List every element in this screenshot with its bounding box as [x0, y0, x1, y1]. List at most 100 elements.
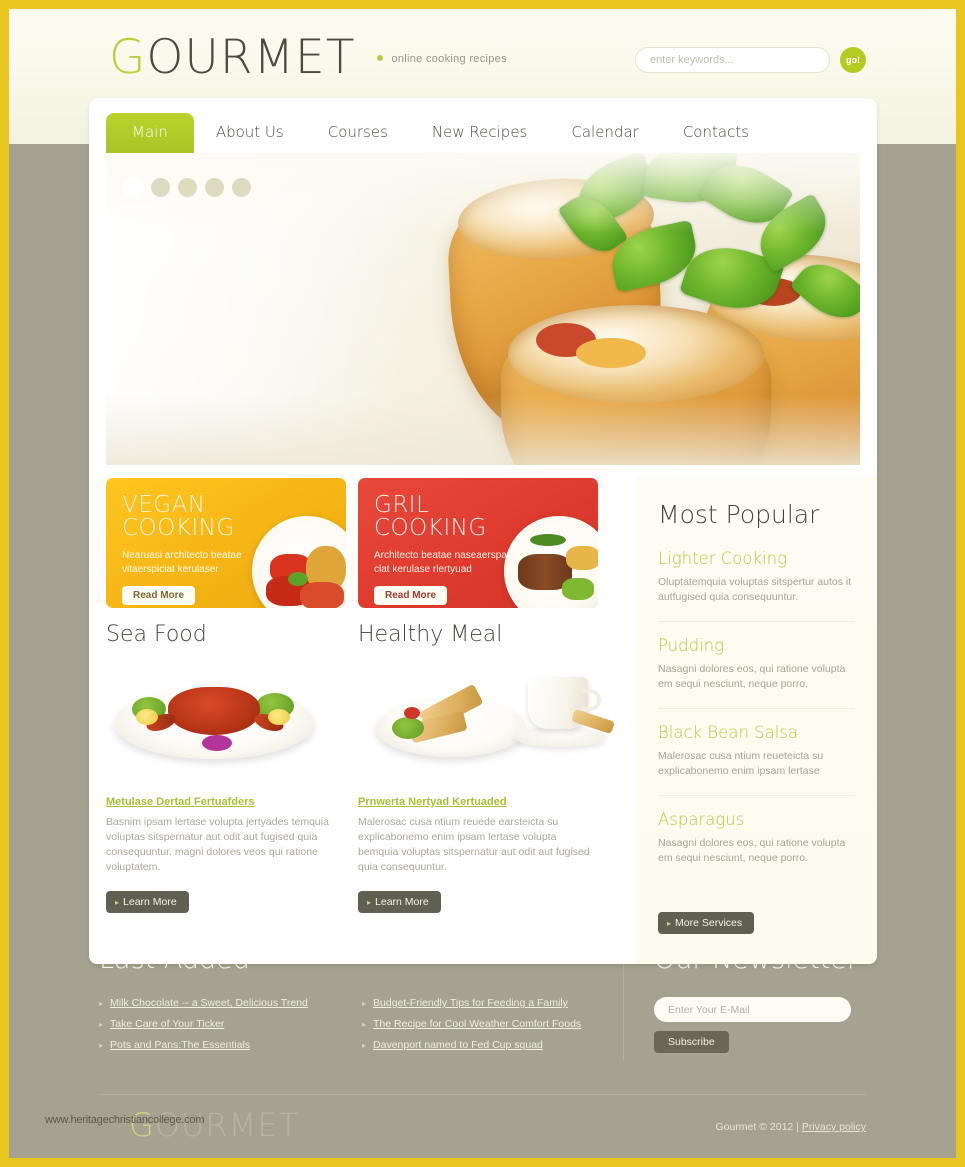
hero-slider	[106, 153, 860, 465]
last-added-link[interactable]: Budget-Friendly Tips for Feeding a Famil…	[373, 997, 568, 1009]
onion-decor	[202, 735, 232, 751]
promo-banner-gril[interactable]: GRIL COOKING Architecto beatae naseaersp…	[358, 478, 598, 608]
learn-more-button-sea-food[interactable]: ▸ Learn More	[106, 891, 189, 913]
potato-decor	[566, 546, 598, 570]
promo-text-line1: Nearuasi architecto beatae	[122, 550, 242, 561]
search-input[interactable]	[635, 47, 830, 73]
popular-item: Pudding Nasagni dolores eos, qui ratione…	[658, 636, 855, 709]
last-added-link[interactable]: Milk Chocolate -- a Sweet, Delicious Tre…	[110, 997, 308, 1009]
slider-dot-1[interactable]	[124, 178, 143, 197]
cup-handle-decor	[581, 689, 601, 711]
more-services-button[interactable]: ▸ More Services	[658, 912, 755, 934]
arrow-icon: ▸	[99, 1041, 104, 1050]
more-services-label: More Services	[675, 917, 743, 929]
promo-banner-vegan[interactable]: VEGAN COOKING Nearuasi architecto beatae…	[106, 478, 346, 608]
slider-dot-2[interactable]	[151, 178, 170, 197]
popular-item-text: Malerosac cusa ntium reueteicta su expli…	[658, 750, 824, 777]
nav-item-new-recipes[interactable]: New Recipes	[410, 123, 549, 153]
arrow-icon: ▸	[667, 919, 672, 928]
list-item[interactable]: ▸ Budget-Friendly Tips for Feeding a Fami…	[362, 997, 595, 1009]
popular-item-text: Oluptatemquia voluptas sitspertur autos …	[658, 576, 852, 603]
logo-text: GOURMET	[109, 34, 355, 81]
slider-pagination	[124, 178, 251, 197]
slider-dot-5[interactable]	[232, 178, 251, 197]
nav-item-main[interactable]: Main	[106, 113, 194, 153]
arrow-icon: ▸	[99, 1020, 104, 1029]
copyright-text: Gourmet © 2012 |	[715, 1121, 802, 1133]
article-text-healthy-meal: Malerosac cusa ntium reuede earsteicta s…	[358, 816, 590, 873]
last-added-lists: ▸ Milk Chocolate -- a Sweet, Delicious Tr…	[99, 997, 595, 1060]
read-more-button-gril[interactable]: Read More	[374, 586, 448, 605]
hero-bottom-blur	[106, 395, 860, 465]
article-text-sea-food: Basnim ipsam lertase volupta jertyades t…	[106, 816, 329, 873]
learn-more-button-healthy-meal[interactable]: ▸ Learn More	[358, 891, 441, 913]
popular-item: Lighter Cooking Oluptatemquia voluptas s…	[658, 549, 855, 622]
article-link-healthy-meal[interactable]: Prnwerta Nertyad Kertuaded	[358, 796, 507, 808]
greens-decor	[392, 717, 424, 739]
nav-item-about-us[interactable]: About Us	[194, 123, 306, 153]
privacy-policy-link[interactable]: Privacy policy	[802, 1121, 866, 1133]
content-panel: Main About Us Courses New Recipes Calend…	[89, 98, 877, 964]
page-root: GOURMET online cooking recipes go! Main …	[9, 9, 956, 1158]
tomato-decor	[404, 707, 420, 719]
last-added-link[interactable]: Take Care of Your Ticker	[110, 1018, 224, 1030]
popular-item: Asparagus Nasagni dolores eos, qui ratio…	[658, 810, 855, 882]
popular-item-title[interactable]: Lighter Cooking	[658, 549, 855, 568]
sidebar-heading: Most Popular	[658, 500, 820, 529]
logo-letter-g: G	[109, 30, 147, 85]
article-image-sea-food	[106, 669, 346, 774]
arrow-icon: ▸	[99, 999, 104, 1008]
last-added-link[interactable]: Pots and Pans:The Essentials	[110, 1039, 250, 1051]
popular-item-title[interactable]: Black Bean Salsa	[658, 723, 855, 742]
read-more-button-vegan[interactable]: Read More	[122, 586, 196, 605]
nav-item-calendar[interactable]: Calendar	[549, 123, 660, 153]
subscribe-button[interactable]: Subscribe	[654, 1031, 729, 1053]
learn-more-label: Learn More	[123, 896, 177, 908]
rosemary-decor	[530, 534, 566, 546]
hero-image	[106, 153, 860, 465]
article-columns: Sea Food Metulase Dertad Fertuafders Bas…	[106, 622, 619, 913]
article-heading-healthy-meal: Healthy Meal	[358, 622, 503, 647]
slider-dot-4[interactable]	[205, 178, 224, 197]
list-item[interactable]: ▸ Take Care of Your Ticker	[99, 1018, 332, 1030]
search-area: go!	[635, 47, 866, 73]
popular-item-text: Nasagni dolores eos, qui ratione volupta…	[658, 663, 846, 690]
promo-text-line2: clat kerulase rlertyuad	[374, 564, 472, 575]
veg-decor	[562, 578, 594, 600]
article-healthy-meal: Healthy Meal Prnwerta Nertyad Kertuaded	[358, 622, 615, 913]
popular-item-title[interactable]: Pudding	[658, 636, 855, 655]
bullet-icon	[377, 54, 384, 61]
arrow-icon: ▸	[362, 1020, 367, 1029]
promo-text-line1: Architecto beatae naseaerspa	[374, 550, 507, 561]
slider-dot-3[interactable]	[178, 178, 197, 197]
arrow-icon: ▸	[367, 898, 372, 907]
last-added-link[interactable]: The Recipe for Cool Weather Comfort Food…	[373, 1018, 581, 1030]
main-navigation: Main About Us Courses New Recipes Calend…	[89, 98, 877, 153]
main-content-row: VEGAN COOKING Nearuasi architecto beatae…	[89, 465, 877, 964]
site-tagline: online cooking recipes	[391, 53, 507, 65]
article-link-sea-food[interactable]: Metulase Dertad Fertuafders	[106, 796, 255, 808]
basil-decor	[288, 572, 308, 586]
last-added-column-2: ▸ Budget-Friendly Tips for Feeding a Fami…	[362, 997, 595, 1060]
nav-item-courses[interactable]: Courses	[306, 123, 410, 153]
main-column: VEGAN COOKING Nearuasi architecto beatae…	[89, 478, 619, 964]
promo-banners: VEGAN COOKING Nearuasi architecto beatae…	[106, 478, 619, 608]
article-image-healthy-meal	[358, 669, 615, 774]
newsletter-email-input[interactable]	[654, 997, 851, 1022]
last-added-column-1: ▸ Milk Chocolate -- a Sweet, Delicious Tr…	[99, 997, 332, 1060]
saucer-decor	[514, 727, 606, 747]
last-added-link[interactable]: Davenport named to Fed Cup squad	[373, 1039, 543, 1051]
nav-item-contacts[interactable]: Contacts	[661, 123, 771, 153]
learn-more-label: Learn More	[375, 896, 429, 908]
article-sea-food: Sea Food Metulase Dertad Fertuafders Bas…	[106, 622, 346, 913]
list-item[interactable]: ▸ The Recipe for Cool Weather Comfort Foo…	[362, 1018, 595, 1030]
promo-text-line2: vitaerspiciat kerulaser	[122, 564, 219, 575]
list-item[interactable]: ▸ Milk Chocolate -- a Sweet, Delicious Tr…	[99, 997, 332, 1009]
site-logo[interactable]: GOURMET online cooking recipes	[109, 34, 507, 81]
search-go-button[interactable]: go!	[840, 47, 866, 73]
list-item[interactable]: ▸ Davenport named to Fed Cup squad	[362, 1039, 595, 1051]
sidebar-most-popular: Most Popular Lighter Cooking Oluptatemqu…	[636, 478, 877, 964]
lemon-decor	[136, 709, 158, 725]
list-item[interactable]: ▸ Pots and Pans:The Essentials	[99, 1039, 332, 1051]
popular-item-title[interactable]: Asparagus	[658, 810, 855, 829]
